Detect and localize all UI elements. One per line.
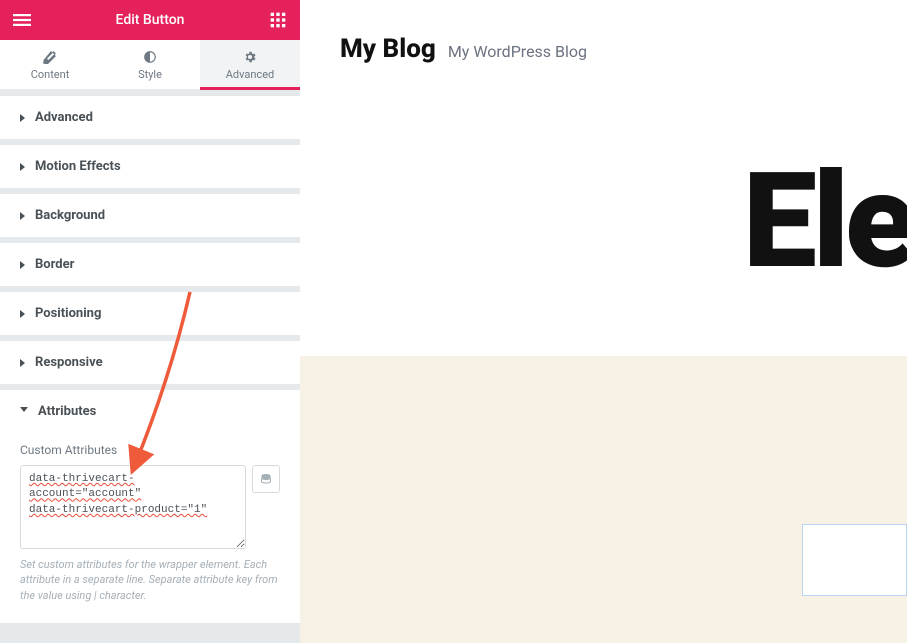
pencil-icon bbox=[43, 50, 57, 64]
custom-attributes-label: Custom Attributes bbox=[20, 443, 280, 457]
section-background-label: Background bbox=[35, 208, 105, 223]
section-advanced[interactable]: Advanced bbox=[0, 96, 300, 139]
section-motion-label: Motion Effects bbox=[35, 159, 121, 174]
section-motion-effects[interactable]: Motion Effects bbox=[0, 145, 300, 188]
editor-tabs: Content Style Advanced bbox=[0, 40, 300, 90]
caret-right-icon bbox=[20, 212, 25, 220]
caret-right-icon bbox=[20, 114, 25, 122]
section-responsive-label: Responsive bbox=[35, 355, 103, 370]
section-advanced-label: Advanced bbox=[35, 110, 93, 125]
database-icon bbox=[260, 473, 272, 485]
section-attributes[interactable]: Attributes bbox=[0, 390, 300, 433]
apps-icon[interactable] bbox=[266, 8, 290, 32]
caret-right-icon bbox=[20, 359, 25, 367]
preview-canvas: My Blog My WordPress Blog Ele bbox=[300, 0, 907, 643]
section-positioning[interactable]: Positioning bbox=[0, 292, 300, 335]
section-attributes-label: Attributes bbox=[38, 404, 96, 419]
custom-attributes-textarea[interactable] bbox=[20, 465, 246, 549]
panel-title: Edit Button bbox=[116, 12, 185, 28]
custom-attributes-row bbox=[20, 465, 280, 549]
tab-style-label: Style bbox=[138, 68, 162, 81]
canvas-background-block bbox=[300, 356, 907, 643]
panel-topbar: Edit Button bbox=[0, 0, 300, 40]
caret-right-icon bbox=[20, 261, 25, 269]
site-header: My Blog My WordPress Blog bbox=[300, 0, 907, 88]
tab-style[interactable]: Style bbox=[100, 40, 200, 89]
caret-right-icon bbox=[20, 310, 25, 318]
caret-right-icon bbox=[20, 163, 25, 171]
section-background[interactable]: Background bbox=[0, 194, 300, 237]
custom-attributes-helper: Set custom attributes for the wrapper el… bbox=[20, 557, 280, 603]
caret-down-icon bbox=[20, 407, 28, 416]
menu-icon[interactable] bbox=[10, 8, 34, 32]
tab-advanced[interactable]: Advanced bbox=[200, 40, 300, 89]
tab-content[interactable]: Content bbox=[0, 40, 100, 89]
gear-icon bbox=[243, 50, 257, 64]
sections-list: Advanced Motion Effects Background Borde… bbox=[0, 96, 300, 623]
section-border-label: Border bbox=[35, 257, 74, 272]
attributes-panel: Custom Attributes Set custom attributes … bbox=[0, 433, 300, 623]
tab-advanced-label: Advanced bbox=[226, 68, 274, 81]
section-responsive[interactable]: Responsive bbox=[0, 341, 300, 384]
hero-big-text: Ele bbox=[743, 145, 907, 299]
section-positioning-label: Positioning bbox=[35, 306, 101, 321]
site-tagline: My WordPress Blog bbox=[448, 42, 587, 61]
tab-content-label: Content bbox=[31, 68, 70, 81]
dynamic-tags-button[interactable] bbox=[252, 465, 280, 493]
contrast-icon bbox=[143, 50, 157, 64]
section-border[interactable]: Border bbox=[0, 243, 300, 286]
selected-element-outline[interactable] bbox=[802, 524, 907, 596]
site-title: My Blog bbox=[340, 34, 436, 64]
elementor-sidebar: Edit Button Content Style Advanced Advan… bbox=[0, 0, 300, 643]
